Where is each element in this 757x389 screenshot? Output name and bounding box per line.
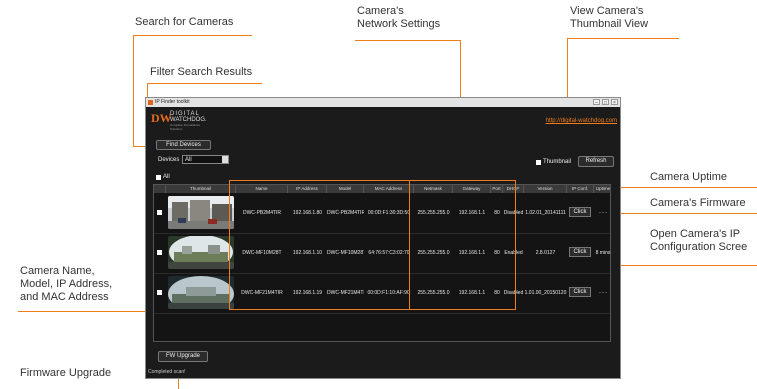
annotation-camera-uptime: Camera Uptime: [650, 171, 728, 183]
header-ip-conf: IP Conf.: [567, 185, 594, 193]
devices-label: Devices: [158, 157, 180, 163]
refresh-button[interactable]: Refresh: [578, 156, 614, 167]
cell-version: 1.02.01_20141111: [525, 210, 566, 216]
header-thumbnail: Thumbnail: [166, 185, 236, 193]
cell-version: 2.8.0127: [535, 250, 556, 256]
header-uptime: Uptime: [595, 186, 611, 191]
ip-conf-button[interactable]: Click: [569, 207, 591, 217]
annotation-camera-name-line2: Model, IP Address,: [20, 278, 113, 290]
row-checkbox[interactable]: [157, 250, 162, 255]
devices-filter-value: All: [185, 157, 192, 163]
chevron-down-icon: [222, 156, 228, 163]
camera-thumbnail: [168, 276, 234, 309]
annotation-ipconf-line2: Configuration Scree: [650, 241, 748, 253]
annotation-network-line1: Camera's: [357, 5, 404, 17]
thumbnail-label: Thumbnail: [543, 159, 572, 165]
cell-uptime: 8 mins: [595, 250, 611, 256]
cell-version: 1.01.00_20150120: [524, 290, 567, 296]
find-devices-button[interactable]: Find Devices: [156, 140, 211, 150]
website-link[interactable]: http://digital-watchdog.com: [546, 118, 617, 124]
annotation-thumbnail-line2: Thumbnail View: [570, 18, 649, 30]
annotation-search-cameras: Search for Cameras: [135, 16, 234, 28]
annotation-firmware-upgrade: Firmware Upgrade: [20, 367, 112, 379]
annotation-line: [610, 187, 757, 188]
row-checkbox[interactable]: [157, 210, 162, 215]
brand-logo: DW DIGITAL WATCHDOG. Complete Surveillan…: [151, 110, 211, 131]
annotation-ipconf-line1: Open Camera's IP: [650, 228, 741, 240]
app-icon: [148, 100, 153, 105]
maximize-icon[interactable]: □: [602, 99, 609, 106]
highlight-camera-identity: [229, 180, 410, 310]
logo-mark: DW: [151, 111, 172, 125]
annotation-camera-firmware: Camera's Firmware: [650, 197, 746, 209]
annotation-line: [567, 38, 679, 39]
camera-thumbnail: [168, 236, 234, 269]
header-version: Version: [524, 185, 567, 193]
select-all-checkbox[interactable]: [156, 175, 161, 180]
annotation-filter-results: Filter Search Results: [150, 66, 253, 78]
header-checkbox-col: [154, 185, 166, 193]
ip-conf-button[interactable]: Click: [569, 287, 591, 297]
annotation-thumbnail-line1: View Camera's: [570, 5, 644, 17]
annotation-line: [133, 35, 252, 36]
title-bar: IP Finder toolkit – □ ×: [146, 98, 620, 107]
annotation-line: [133, 35, 134, 147]
annotation-line: [355, 40, 461, 41]
close-icon[interactable]: ×: [611, 99, 618, 106]
annotation-camera-name-line1: Camera Name,: [20, 265, 95, 277]
cell-uptime: - - -: [599, 290, 607, 296]
annotation-camera-name-line3: and MAC Address: [20, 291, 109, 303]
fw-upgrade-button[interactable]: FW Upgrade: [158, 351, 208, 362]
camera-thumbnail: [168, 196, 234, 229]
status-text: Completed scan!: [148, 369, 186, 375]
annotation-line: [147, 83, 262, 84]
ip-conf-button[interactable]: Click: [569, 247, 591, 257]
thumbnail-checkbox[interactable]: [536, 160, 541, 165]
devices-filter-select[interactable]: All: [182, 155, 229, 164]
minimize-icon[interactable]: –: [593, 99, 600, 106]
cell-uptime: - - -: [599, 210, 607, 216]
logo-tagline: Complete Surveillance Solutions: [170, 123, 201, 131]
highlight-network-settings: [409, 180, 516, 310]
row-checkbox[interactable]: [157, 290, 162, 295]
annotation-network-line2: Network Settings: [357, 18, 441, 30]
select-all-label: All: [163, 174, 170, 180]
window-title: IP Finder toolkit: [155, 99, 190, 105]
